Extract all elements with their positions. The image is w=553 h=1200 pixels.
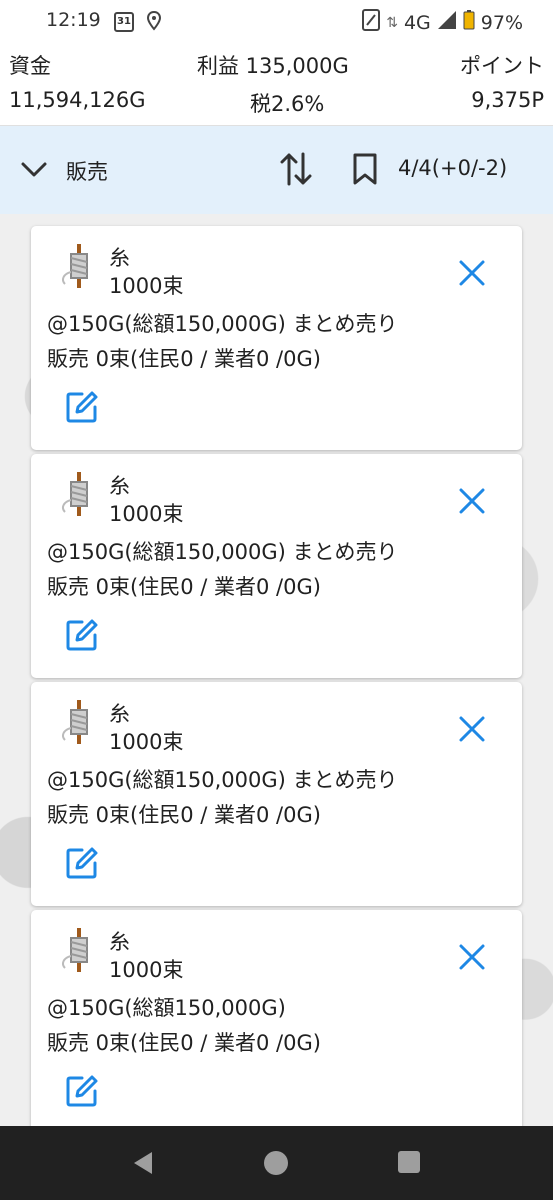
status-right: ⇅ 4G 97% xyxy=(362,9,523,36)
item-sold: 販売 0束(住民0 / 業者0 /0G) xyxy=(47,347,321,371)
battery-percent: 97% xyxy=(480,11,523,34)
item-name: 糸 xyxy=(109,702,130,726)
item-name: 糸 xyxy=(109,246,130,270)
home-icon[interactable] xyxy=(263,1150,289,1180)
listing-card: 糸 1000束 @150G(総額150,000G) まとめ売り 販売 0束(住民… xyxy=(31,682,522,906)
network-type: 4G xyxy=(403,11,431,34)
thread-spool-icon xyxy=(57,926,97,974)
close-icon[interactable] xyxy=(457,486,487,516)
funds-value: 11,594,126G xyxy=(9,88,146,112)
mode-label: 販売 xyxy=(66,160,108,184)
sort-icon[interactable] xyxy=(280,152,312,190)
item-quantity: 1000束 xyxy=(109,274,184,298)
signal-icon xyxy=(437,10,457,35)
edit-icon[interactable] xyxy=(65,390,99,424)
item-name: 糸 xyxy=(109,474,130,498)
item-price: @150G(総額150,000G) xyxy=(47,996,286,1020)
item-name: 糸 xyxy=(109,930,130,954)
item-quantity: 1000束 xyxy=(109,730,184,754)
close-icon[interactable] xyxy=(457,942,487,972)
recents-icon[interactable] xyxy=(397,1150,421,1178)
item-price: @150G(総額150,000G) まとめ売り xyxy=(47,768,398,792)
item-price: @150G(総額150,000G) まとめ売り xyxy=(47,312,398,336)
item-sold: 販売 0束(住民0 / 業者0 /0G) xyxy=(47,803,321,827)
data-arrows-icon: ⇅ xyxy=(386,14,398,31)
stats-header: 資金 利益 135,000G ポイント 11,594,126G 税2.6% 9,… xyxy=(0,42,553,126)
item-quantity: 1000束 xyxy=(109,502,184,526)
location-icon xyxy=(146,10,162,36)
tax-label: 税2.6% xyxy=(250,92,325,116)
item-sold: 販売 0束(住民0 / 業者0 /0G) xyxy=(47,1031,321,1055)
listing-card: 糸 1000束 @150G(総額150,000G) まとめ売り 販売 0束(住民… xyxy=(31,226,522,450)
status-bar: 12:19 31 ⇅ 4G 97% xyxy=(0,0,553,42)
mode-dropdown[interactable]: 販売 xyxy=(20,156,108,186)
toolbar: 販売 4/4(+0/-2) xyxy=(0,126,553,214)
listing-card: 糸 1000束 @150G(総額150,000G) まとめ売り 販売 0束(住民… xyxy=(31,454,522,678)
back-icon[interactable] xyxy=(130,1150,156,1180)
close-icon[interactable] xyxy=(457,258,487,288)
chevron-down-icon xyxy=(20,159,48,184)
listing-count: 4/4(+0/-2) xyxy=(398,156,508,180)
close-icon[interactable] xyxy=(457,714,487,744)
profit-label: 利益 135,000G xyxy=(197,54,349,78)
listing-card: 糸 1000束 @150G(総額150,000G) 販売 0束(住民0 / 業者… xyxy=(31,910,522,1134)
thread-spool-icon xyxy=(57,470,97,518)
navigation-bar xyxy=(0,1126,553,1200)
nfc-icon xyxy=(362,9,381,36)
thread-spool-icon xyxy=(57,242,97,290)
edit-icon[interactable] xyxy=(65,618,99,652)
funds-label: 資金 xyxy=(9,54,51,78)
item-price: @150G(総額150,000G) まとめ売り xyxy=(47,540,398,564)
points-label: ポイント xyxy=(460,54,544,78)
edit-icon[interactable] xyxy=(65,1074,99,1108)
thread-spool-icon xyxy=(57,698,97,746)
item-quantity: 1000束 xyxy=(109,958,184,982)
bookmark-icon[interactable] xyxy=(352,152,378,190)
edit-icon[interactable] xyxy=(65,846,99,880)
points-value: 9,375P xyxy=(471,88,544,112)
item-sold: 販売 0束(住民0 / 業者0 /0G) xyxy=(47,575,321,599)
status-time: 12:19 xyxy=(46,9,101,31)
battery-icon xyxy=(463,10,475,35)
calendar-icon: 31 xyxy=(114,12,134,32)
